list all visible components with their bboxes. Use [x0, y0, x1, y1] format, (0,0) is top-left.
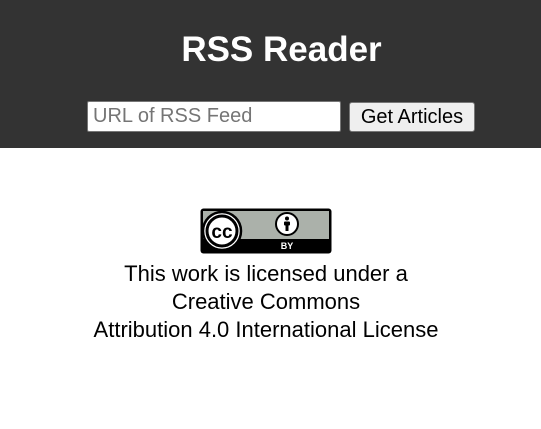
- creative-commons-icon: cc: [201, 210, 243, 252]
- license-notice: This work is licensed under a Creative C…: [0, 260, 532, 344]
- page-title: RSS Reader: [181, 30, 382, 69]
- badge-by-label: BY: [281, 241, 294, 251]
- license-link-name[interactable]: Creative Commons: [0, 288, 532, 316]
- rss-url-input[interactable]: [87, 101, 341, 132]
- cc-license-badge[interactable]: cc BY: [200, 208, 332, 254]
- app-header: RSS Reader Get Articles: [0, 0, 541, 148]
- license-line-1: This work is licensed under a: [124, 261, 408, 286]
- svg-text:cc: cc: [211, 222, 233, 243]
- get-articles-button[interactable]: Get Articles: [349, 102, 475, 132]
- attribution-icon: [275, 212, 299, 236]
- license-link-version[interactable]: Attribution 4.0 International License: [0, 316, 532, 344]
